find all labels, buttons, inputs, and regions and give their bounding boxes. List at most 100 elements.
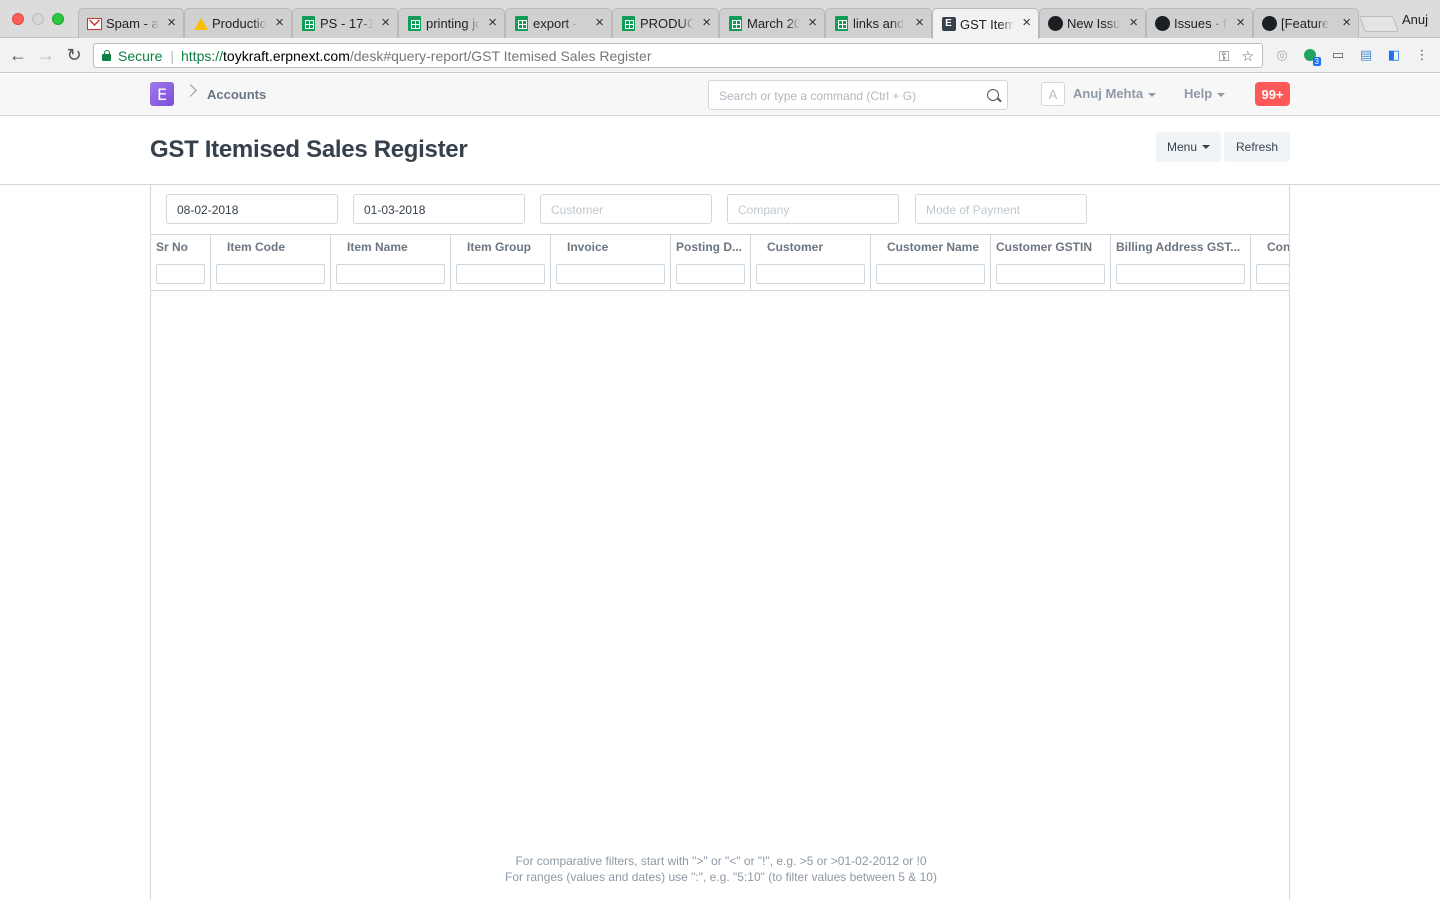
caret-down-icon	[1148, 92, 1157, 97]
tab-close-icon[interactable]: ×	[1342, 15, 1351, 31]
folder-icon[interactable]: ▤	[1358, 47, 1374, 63]
column-filter-input[interactable]	[156, 264, 205, 284]
browser-menu-icon[interactable]: ⋮	[1414, 47, 1430, 63]
column-filter-input[interactable]	[756, 264, 865, 284]
extension-icon[interactable]: ◎	[1274, 47, 1290, 63]
lock-icon	[102, 50, 111, 61]
sheets-icon	[728, 16, 743, 31]
help-menu[interactable]: Help	[1184, 86, 1226, 101]
browser-tab-github[interactable]: Issues · f ×	[1146, 8, 1253, 38]
tab-close-icon[interactable]: ×	[167, 15, 176, 31]
column-filter-input[interactable]	[216, 264, 325, 284]
mode-of-payment-filter[interactable]: Mode of Payment	[915, 194, 1087, 224]
column-filter-input[interactable]	[1256, 264, 1289, 284]
browser-tab-gmail[interactable]: Spam - a ×	[78, 8, 184, 38]
tab-close-icon[interactable]: ×	[702, 15, 711, 31]
browser-profile-name[interactable]: Anuj	[1402, 12, 1428, 27]
browser-tab-sheet[interactable]: export - ×	[505, 8, 612, 38]
avatar[interactable]: A	[1041, 82, 1065, 106]
column-header[interactable]: Item Code	[211, 235, 331, 290]
tab-close-icon[interactable]: ×	[808, 15, 817, 31]
column-filter-input[interactable]	[556, 264, 665, 284]
tab-close-icon[interactable]: ×	[488, 15, 497, 31]
tab-close-icon[interactable]: ×	[1022, 15, 1031, 31]
column-header[interactable]: Customer GSTIN	[991, 235, 1111, 290]
column-header[interactable]: Posting D...	[671, 235, 751, 290]
column-label: Item Name	[347, 240, 408, 254]
browser-tab-sheet[interactable]: March 20 ×	[719, 8, 825, 38]
column-header[interactable]: Sr No	[151, 235, 211, 290]
tab-close-icon[interactable]: ×	[275, 15, 284, 31]
gmail-icon	[87, 16, 102, 31]
report-container: 08-02-2018 01-03-2018 Customer Company M…	[150, 185, 1290, 900]
forward-icon[interactable]: →	[35, 44, 57, 66]
tab-close-icon[interactable]: ×	[595, 15, 604, 31]
browser-tab-github[interactable]: New Issu ×	[1039, 8, 1146, 38]
column-filter-input[interactable]	[456, 264, 545, 284]
tab-close-icon[interactable]: ×	[915, 15, 924, 31]
search-placeholder: Search or type a command (Ctrl + G)	[719, 89, 917, 103]
column-header[interactable]: Customer	[751, 235, 871, 290]
new-tab-button[interactable]	[1359, 16, 1399, 32]
bookmark-star-icon[interactable]: ☆	[1241, 48, 1254, 65]
column-label: Item Code	[227, 240, 286, 254]
browser-toolbar: ← → ↻ Secure | https://toykraft.erpnext.…	[0, 38, 1440, 73]
menu-button[interactable]: Menu	[1156, 132, 1221, 162]
tab-title: Productio	[212, 16, 267, 31]
window-close-button[interactable]	[12, 13, 24, 25]
help-label: Help	[1184, 86, 1213, 101]
customer-filter[interactable]: Customer	[540, 194, 712, 224]
extension-icon[interactable]: ◧	[1386, 47, 1402, 63]
column-header[interactable]: Customer Name	[871, 235, 991, 290]
github-icon	[1155, 16, 1170, 31]
column-header[interactable]: Item Name	[331, 235, 451, 290]
cast-icon[interactable]: ▭	[1330, 47, 1346, 63]
user-menu[interactable]: Anuj Mehta	[1073, 86, 1157, 101]
erpnext-icon: E	[941, 16, 956, 31]
browser-tab-erpnext-active[interactable]: E GST Item ×	[932, 8, 1039, 39]
tab-title: printing jo	[426, 16, 480, 31]
browser-tab-sheet[interactable]: links and ×	[825, 8, 932, 38]
secure-label: Secure	[118, 47, 163, 64]
column-filter-input[interactable]	[996, 264, 1105, 284]
browser-tab-bar: Spam - a × Productio × PS - 17-1 × print…	[0, 0, 1440, 39]
refresh-button[interactable]: Refresh	[1224, 132, 1290, 162]
caret-down-icon	[1217, 92, 1226, 97]
back-icon[interactable]: ←	[7, 44, 29, 66]
key-icon[interactable]: ⚿	[1219, 48, 1230, 65]
url-scheme: https://	[181, 47, 224, 64]
column-header[interactable]: Con	[1251, 235, 1289, 290]
extension-badge-icon[interactable]: 3	[1302, 47, 1321, 66]
company-filter[interactable]: Company	[727, 194, 899, 224]
window-zoom-button[interactable]	[52, 13, 64, 25]
caret-down-icon	[1202, 145, 1211, 149]
browser-tab-sheet[interactable]: PRODUC ×	[612, 8, 719, 38]
column-label: Billing Address GST...	[1116, 240, 1241, 254]
column-header[interactable]: Item Group	[451, 235, 551, 290]
address-bar[interactable]: Secure | https://toykraft.erpnext.com/de…	[93, 43, 1263, 68]
column-filter-input[interactable]	[336, 264, 445, 284]
column-header[interactable]: Invoice	[551, 235, 671, 290]
breadcrumb-accounts[interactable]: Accounts	[207, 87, 266, 102]
column-filter-input[interactable]	[676, 264, 745, 284]
column-filter-input[interactable]	[876, 264, 985, 284]
window-minimize-button[interactable]	[32, 13, 44, 25]
from-date-filter[interactable]: 08-02-2018	[166, 194, 338, 224]
browser-tab-drive[interactable]: Productio ×	[184, 8, 292, 38]
column-filter-input[interactable]	[1116, 264, 1245, 284]
column-label: Item Group	[467, 240, 532, 254]
erpnext-logo[interactable]: E	[150, 82, 174, 106]
to-date-filter[interactable]: 01-03-2018	[353, 194, 525, 224]
browser-tab-sheet[interactable]: printing jo ×	[398, 8, 505, 38]
notification-badge[interactable]: 99+	[1255, 82, 1290, 106]
browser-tab-sheet[interactable]: PS - 17-1 ×	[292, 8, 398, 38]
column-header[interactable]: Billing Address GST...	[1111, 235, 1251, 290]
awesome-bar-search[interactable]: Search or type a command (Ctrl + G)	[708, 80, 1008, 110]
tab-close-icon[interactable]: ×	[381, 15, 390, 31]
browser-tab-github[interactable]: [Feature ×	[1253, 8, 1359, 38]
tab-close-icon[interactable]: ×	[1129, 15, 1138, 31]
tab-title: New Issu	[1067, 16, 1121, 31]
sheets-icon	[301, 16, 316, 31]
tab-close-icon[interactable]: ×	[1236, 15, 1245, 31]
reload-icon[interactable]: ↻	[63, 44, 85, 66]
